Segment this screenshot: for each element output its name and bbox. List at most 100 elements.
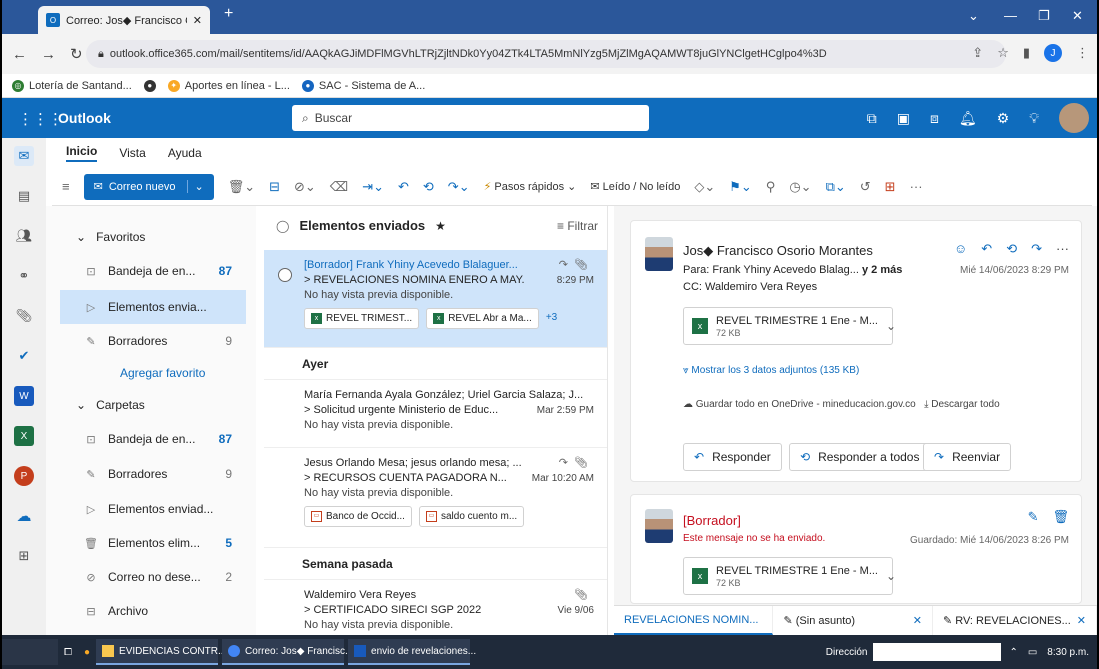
- folder-sent[interactable]: ▷ Elementos enviad...: [60, 492, 246, 526]
- list-item[interactable]: [Borrador] Frank Yhiny Acevedo Blalaguer…: [264, 250, 607, 348]
- pin-icon[interactable]: ⚲: [766, 179, 776, 195]
- todo-check-icon[interactable]: ✔: [14, 346, 34, 366]
- fav-drafts[interactable]: ✎ Borradores 9: [60, 324, 246, 358]
- favorites-section[interactable]: ⌄ Favoritos: [76, 230, 145, 244]
- tab-search-icon[interactable]: ⌄: [968, 8, 979, 24]
- close-icon[interactable]: ✕: [1077, 614, 1086, 627]
- archive-icon[interactable]: ⊟: [269, 179, 280, 195]
- address-input[interactable]: [873, 643, 1002, 661]
- sidebar-icon[interactable]: ▮: [1023, 45, 1030, 61]
- meet-now-icon[interactable]: ⧉: [867, 110, 877, 127]
- attachment-chip[interactable]: x REVEL TRIMEST...: [304, 308, 420, 329]
- excel-icon[interactable]: X: [14, 426, 34, 446]
- edit-pencil-icon[interactable]: ✎: [1028, 509, 1039, 525]
- show-attachments-link[interactable]: ⩔ Mostrar los 3 datos adjuntos (135 KB): [683, 365, 859, 376]
- close-icon[interactable]: ✕: [913, 614, 922, 627]
- tips-lightbulb-icon[interactable]: 💡︎: [1029, 110, 1039, 127]
- fav-sent-items[interactable]: ▷ Elementos envia...: [60, 290, 246, 324]
- task-view-icon[interactable]: ⧠: [58, 639, 78, 665]
- close-window-icon[interactable]: ✕: [1072, 8, 1083, 24]
- categorize-tag-icon[interactable]: ◇⌄: [694, 179, 715, 195]
- app-launcher-icon[interactable]: ⋮⋮⋮: [18, 110, 63, 128]
- forward-button[interactable]: ↷ Reenviar: [923, 443, 1012, 471]
- search-input[interactable]: Buscar: [315, 111, 352, 125]
- new-mail-button[interactable]: ✉ Correo nuevo ⌄: [83, 173, 214, 200]
- attachment-chip[interactable]: ▭ Banco de Occid...: [304, 506, 412, 527]
- reply-button[interactable]: ↶ Responder: [683, 443, 782, 471]
- rules-icon[interactable]: ⧉⌄: [826, 179, 846, 195]
- more-recipients-link[interactable]: y 2 más: [862, 264, 902, 276]
- add-favorite-link[interactable]: Agregar favorito: [120, 366, 205, 380]
- notifications-bell-icon[interactable]: 🔔︎: [959, 110, 977, 127]
- chevron-down-icon[interactable]: ⌄: [187, 180, 204, 193]
- list-item[interactable]: María Fernanda Ayala González; Uriel Gar…: [264, 380, 607, 448]
- reply-icon[interactable]: ↶: [398, 179, 409, 195]
- folder-archive[interactable]: ⊟ Archivo: [60, 594, 246, 628]
- groups-icon[interactable]: ⚭: [14, 266, 34, 286]
- clock[interactable]: 8:30 p.m.: [1047, 647, 1089, 658]
- bookmark-sac[interactable]: ● SAC - Sistema de A...: [301, 79, 425, 92]
- chevron-down-icon[interactable]: ⌄: [886, 319, 896, 333]
- maximize-icon[interactable]: ❐: [1038, 8, 1050, 24]
- taskbar-app-correo[interactable]: Correo: Jos◆ Francisc...: [222, 639, 353, 665]
- people-icon[interactable]: 👥︎: [14, 226, 34, 246]
- my-day-icon[interactable]: ⧈: [930, 110, 939, 127]
- account-avatar[interactable]: [1059, 103, 1089, 133]
- tray-chevron-icon[interactable]: ⌃: [1009, 647, 1017, 658]
- bookmark-github[interactable]: ●: [143, 79, 156, 92]
- more-apps-icon[interactable]: ⊞: [14, 546, 34, 566]
- read-unread-button[interactable]: ✉ Leído / No leído: [590, 180, 680, 193]
- url-field[interactable]: 🔒︎ outlook.office365.com/mail/sentitems/…: [86, 40, 1006, 68]
- forward-icon[interactable]: →: [41, 46, 56, 63]
- new-tab-icon[interactable]: +: [224, 5, 233, 23]
- flag-icon[interactable]: ⚑⌄: [729, 179, 752, 195]
- folder-junk[interactable]: ⊘ Correo no dese... 2: [60, 560, 246, 594]
- download-all-link[interactable]: ⤓ Descargar todo: [924, 399, 1000, 410]
- more-options-icon[interactable]: ···: [1056, 241, 1069, 257]
- tab-inicio[interactable]: Inicio: [66, 144, 98, 162]
- compose-tab-revelaciones[interactable]: REVELACIONES NOMIN...: [614, 606, 774, 635]
- teams-icon[interactable]: ▣: [897, 110, 910, 127]
- start-button[interactable]: [2, 639, 58, 665]
- taskbar-app-word[interactable]: envio de revelaciones...: [348, 639, 476, 665]
- more-attachments[interactable]: +3: [546, 312, 557, 323]
- tab-ayuda[interactable]: Ayuda: [168, 146, 202, 160]
- favorite-star-icon[interactable]: ★: [435, 219, 446, 233]
- list-item[interactable]: Waldemiro Vera Reyes > CERTIFICADO SIREC…: [264, 580, 607, 635]
- share-icon[interactable]: ⇪: [972, 45, 983, 61]
- settings-gear-icon[interactable]: ⚙: [997, 110, 1010, 127]
- move-to-icon[interactable]: ⇥⌄: [362, 179, 384, 195]
- attachments-clip-icon[interactable]: 📎︎: [14, 306, 34, 326]
- filter-button[interactable]: ≡ Filtrar: [557, 219, 598, 233]
- folder-deleted[interactable]: 🗑︎ Elementos elim... 5: [60, 526, 246, 560]
- collapse-folders-icon[interactable]: ≡: [62, 179, 70, 194]
- network-icon[interactable]: ▭: [1028, 647, 1037, 658]
- forward-icon[interactable]: ↷⌄: [448, 179, 470, 195]
- bookmark-aportes[interactable]: ✦ Aportes en línea - L...: [167, 79, 290, 92]
- onedrive-cloud-icon[interactable]: ☁: [14, 506, 34, 526]
- mail-icon[interactable]: ✉: [14, 146, 34, 166]
- select-all-check-icon[interactable]: ◯: [276, 219, 289, 233]
- fav-inbox[interactable]: ⊡ Bandeja de en... 87: [60, 254, 246, 288]
- reply-all-button[interactable]: ⟲ Responder a todos: [789, 443, 931, 471]
- folders-section[interactable]: ⌄ Carpetas: [76, 398, 145, 412]
- list-item[interactable]: Jesus Orlando Mesa; jesus orlando mesa; …: [264, 448, 607, 548]
- reply-all-icon[interactable]: ⟲: [423, 179, 434, 195]
- select-radio[interactable]: [278, 268, 292, 282]
- word-icon[interactable]: W: [14, 386, 34, 406]
- compose-tab-rv[interactable]: ✎ RV: REVELACIONES... ✕: [933, 606, 1097, 635]
- attachment-card[interactable]: x REVEL TRIMESTRE 1 Ene - M... 72 KB ⌄: [683, 307, 896, 345]
- compose-tab-sin-asunto[interactable]: ✎ (Sin asunto) ✕: [773, 606, 933, 635]
- close-tab-icon[interactable]: ✕: [193, 14, 202, 27]
- taskbar-app-evidencias[interactable]: EVIDENCIAS CONTR...: [96, 639, 226, 665]
- sweep-icon[interactable]: ⌫: [330, 179, 348, 195]
- browser-tab[interactable]: O Correo: Jos◆ Francisco Osorio M ✕: [38, 6, 210, 34]
- app-icon[interactable]: ●: [78, 639, 96, 665]
- save-onedrive-link[interactable]: ☁ Guardar todo en OneDrive - mineducacio…: [683, 399, 916, 410]
- undo-icon[interactable]: ↺: [860, 179, 871, 195]
- more-options-icon[interactable]: ···: [910, 179, 923, 194]
- attachment-chip[interactable]: x REVEL Abr a Ma...: [426, 308, 539, 329]
- discard-trash-icon[interactable]: 🗑︎: [1052, 509, 1069, 525]
- profile-avatar[interactable]: J: [1044, 44, 1062, 62]
- browser-menu-icon[interactable]: ⋮: [1076, 45, 1089, 61]
